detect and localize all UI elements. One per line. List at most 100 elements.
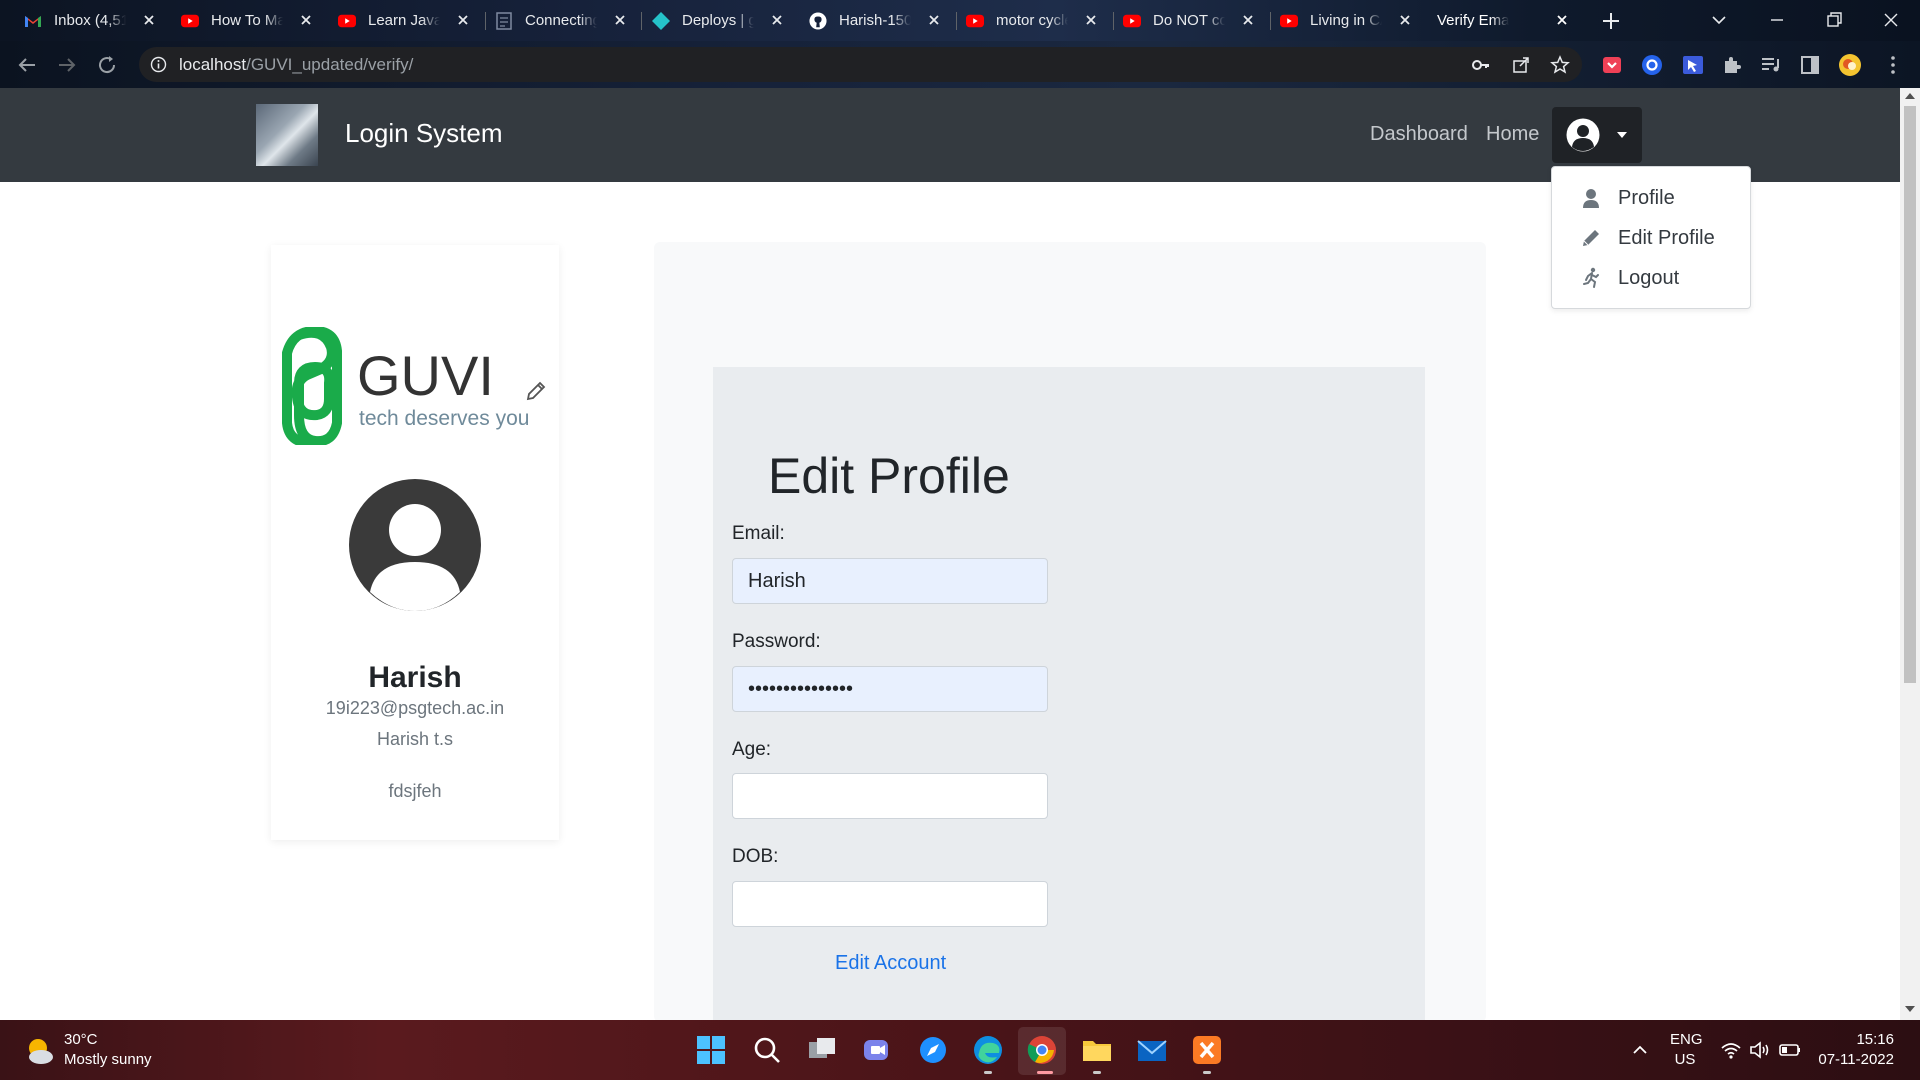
bookmark-star-icon[interactable] <box>1550 55 1570 75</box>
cursor-extension-icon[interactable] <box>1681 53 1705 77</box>
close-tab-icon[interactable] <box>1396 11 1414 29</box>
search-icon[interactable] <box>750 1033 784 1067</box>
pocket-extension-icon[interactable] <box>1600 53 1624 77</box>
tab-netlify[interactable]: Deploys | g <box>628 0 785 41</box>
media-queue-icon[interactable] <box>1759 53 1783 77</box>
tab-youtube-1[interactable]: How To Ma <box>157 0 314 41</box>
dropdown-item-profile[interactable]: Profile <box>1580 183 1675 213</box>
tab-youtube-3[interactable]: motor cycle <box>942 0 1099 41</box>
site-info-icon[interactable] <box>150 56 167 73</box>
tab-title: Do NOT co <box>1153 12 1225 29</box>
side-panel-icon[interactable] <box>1798 53 1822 77</box>
running-person-icon <box>1583 267 1599 288</box>
tab-connecting[interactable]: Connecting <box>471 0 628 41</box>
scroll-up-arrow-icon[interactable] <box>1905 93 1915 99</box>
github-icon <box>809 11 827 30</box>
restore-icon[interactable] <box>1822 8 1846 32</box>
edge-browser-icon[interactable] <box>971 1033 1005 1067</box>
tab-title: motor cycle <box>996 12 1068 29</box>
nav-link-dashboard[interactable]: Dashboard <box>1370 123 1468 146</box>
close-tab-icon[interactable] <box>1082 11 1100 29</box>
file-explorer-icon[interactable] <box>1080 1033 1114 1067</box>
close-tab-icon[interactable] <box>611 11 629 29</box>
close-window-icon[interactable] <box>1879 8 1903 32</box>
share-icon[interactable] <box>1511 55 1531 75</box>
user-menu-toggle[interactable] <box>1552 107 1642 163</box>
circle-extension-icon[interactable] <box>1640 53 1664 77</box>
age-field[interactable] <box>732 773 1048 819</box>
mail-icon[interactable] <box>1135 1033 1169 1067</box>
brand-title[interactable]: Login System <box>345 118 503 149</box>
guvi-tagline: tech deserves you <box>359 407 529 430</box>
forward-arrow-icon[interactable] <box>55 53 79 77</box>
language-indicator[interactable]: ENG <box>1670 1031 1703 1048</box>
close-tab-icon[interactable] <box>925 11 943 29</box>
close-tab-icon[interactable] <box>454 11 472 29</box>
dropdown-label: Edit Profile <box>1618 226 1715 249</box>
battery-icon[interactable] <box>1778 1038 1802 1062</box>
profile-card: GUVI tech deserves you Harish 19i223@psg… <box>271 245 559 840</box>
chrome-browser-icon[interactable] <box>1025 1033 1059 1067</box>
email-field[interactable] <box>732 558 1048 604</box>
extensions-puzzle-icon[interactable] <box>1720 53 1744 77</box>
dob-field[interactable] <box>732 881 1048 927</box>
key-icon[interactable] <box>1471 55 1491 75</box>
new-tab-plus-icon[interactable] <box>1600 10 1622 32</box>
windows-start-icon[interactable] <box>694 1033 728 1067</box>
close-tab-icon[interactable] <box>1239 11 1257 29</box>
brand-logo-image[interactable] <box>256 104 318 166</box>
close-tab-icon[interactable] <box>297 11 315 29</box>
youtube-icon <box>181 12 199 30</box>
close-tab-icon[interactable] <box>768 11 786 29</box>
minimize-icon[interactable] <box>1765 8 1789 32</box>
scrollbar-thumb[interactable] <box>1904 106 1916 683</box>
dropdown-item-edit-profile[interactable]: Edit Profile <box>1580 223 1715 253</box>
keyboard-layout-indicator[interactable]: US <box>1670 1051 1700 1068</box>
guvi-logo: GUVI tech deserves you <box>282 327 529 445</box>
teams-chat-icon[interactable] <box>860 1033 894 1067</box>
password-field[interactable] <box>732 666 1048 712</box>
close-tab-icon[interactable] <box>1553 11 1571 29</box>
wifi-icon[interactable] <box>1719 1038 1743 1062</box>
youtube-icon <box>1280 12 1298 30</box>
edit-logo-pencil-icon[interactable] <box>525 380 547 402</box>
weather-description[interactable]: Mostly sunny <box>64 1051 152 1068</box>
tab-youtube-2[interactable]: Learn JavaS <box>314 0 471 41</box>
reload-icon[interactable] <box>95 53 119 77</box>
tab-youtube-4[interactable]: Do NOT co <box>1099 0 1256 41</box>
task-view-icon[interactable] <box>805 1033 839 1067</box>
weather-temperature[interactable]: 30°C <box>64 1031 98 1048</box>
partly-sunny-icon[interactable] <box>22 1032 58 1068</box>
dropdown-item-logout[interactable]: Logout <box>1580 263 1679 293</box>
running-indicator <box>984 1071 992 1074</box>
clock-date[interactable]: 07-11-2022 <box>1818 1051 1894 1068</box>
running-indicator <box>1203 1071 1211 1074</box>
tab-search-chevron-icon[interactable] <box>1707 8 1731 32</box>
tab-title: Harish-150 <box>839 12 911 29</box>
back-arrow-icon[interactable] <box>15 53 39 77</box>
guvi-logo-text: GUVI <box>357 344 494 407</box>
xampp-icon[interactable] <box>1190 1033 1224 1067</box>
close-tab-icon[interactable] <box>140 11 158 29</box>
edit-account-link[interactable]: Edit Account <box>835 952 946 975</box>
dropdown-label: Logout <box>1618 266 1680 289</box>
profile-avatar-icon[interactable] <box>1838 53 1862 77</box>
tab-github[interactable]: Harish-150 <box>785 0 942 41</box>
tab-gmail[interactable]: Inbox (4,510 <box>0 0 157 41</box>
scroll-down-arrow-icon[interactable] <box>1905 1006 1915 1012</box>
tab-youtube-5[interactable]: Living in CA <box>1256 0 1413 41</box>
show-hidden-icons-chevron-icon[interactable] <box>1628 1038 1652 1062</box>
dropdown-label: Profile <box>1618 186 1675 209</box>
volume-icon[interactable] <box>1748 1038 1772 1062</box>
password-label: Password: <box>732 631 821 652</box>
tab-verify-email-active[interactable]: Verify Email <box>1413 0 1570 41</box>
running-indicator <box>1093 1071 1101 1074</box>
nav-link-home[interactable]: Home <box>1486 123 1539 146</box>
page-scrollbar[interactable] <box>1900 88 1920 1020</box>
netlify-icon <box>652 11 670 30</box>
clock-time[interactable]: 15:16 <box>1856 1031 1894 1048</box>
profile-name: Harish <box>368 661 462 694</box>
address-bar[interactable]: localhost/GUVI_updated/verify/ <box>139 47 1582 82</box>
browser-menu-kebab-icon[interactable] <box>1881 53 1905 77</box>
safari-compass-icon[interactable] <box>916 1033 950 1067</box>
